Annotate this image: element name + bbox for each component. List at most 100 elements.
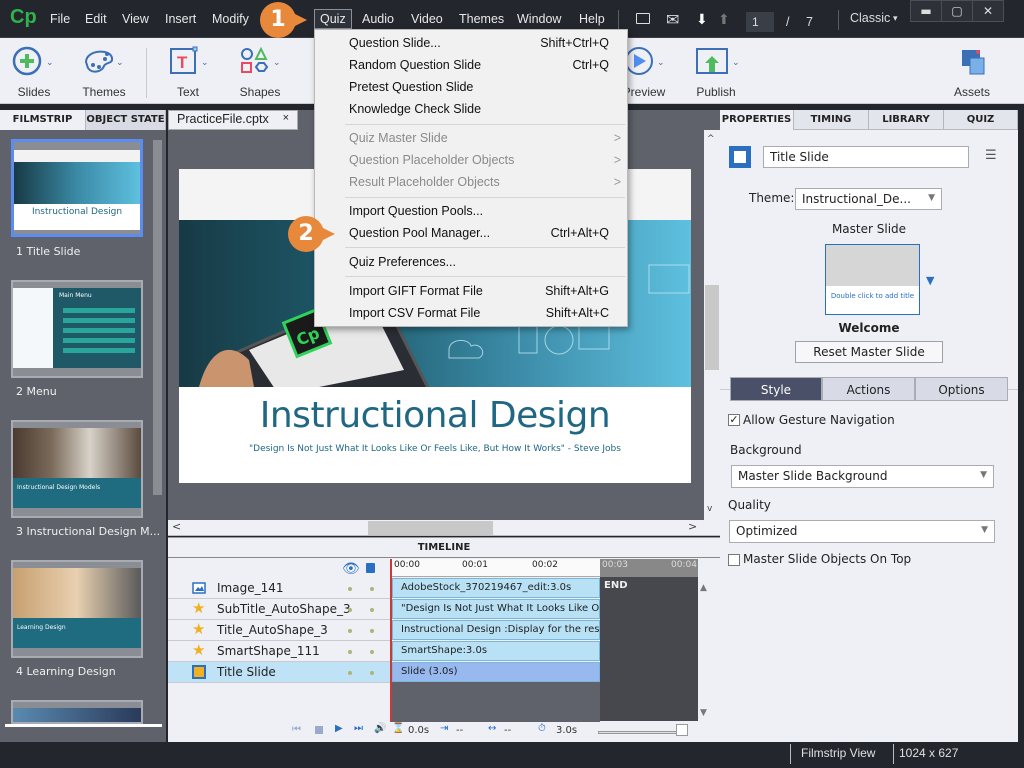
rewind-icon[interactable]: ⏮ <box>292 724 301 735</box>
reset-master-slide-button[interactable]: Reset Master Slide <box>795 341 943 363</box>
menu-item-question-slide[interactable]: Question Slide... Shift+Ctrl+Q <box>349 36 609 50</box>
menu-modify[interactable]: Modify <box>212 12 249 26</box>
segment-style[interactable]: Style <box>730 377 822 401</box>
stage-horizontal-scrollbar[interactable]: < > <box>168 520 720 536</box>
filmstrip-label-3: 3 Instructional Design M... <box>16 525 161 538</box>
eye-icon[interactable]: 👁 <box>342 561 360 577</box>
timeline-header[interactable]: TIMELINE <box>168 538 720 558</box>
tab-object-state[interactable]: OBJECT STATE <box>86 110 166 130</box>
timeline-bar[interactable]: SmartShape:3.0s <box>392 641 600 661</box>
master-slide-thumbnail[interactable]: Double click to add title <box>825 244 920 315</box>
text-button[interactable]: T ⌄ Text <box>158 44 218 99</box>
menu-item-quiz-master-slide: Quiz Master Slide > <box>349 131 621 145</box>
theme-dropdown[interactable]: Instructional_De... ▼ <box>795 188 942 210</box>
project-resolution: 1024 x 627 <box>899 746 959 760</box>
slide-color-swatch[interactable] <box>729 146 751 168</box>
document-tab[interactable]: PracticeFile.cptx × <box>168 110 298 130</box>
menu-file[interactable]: File <box>50 12 70 26</box>
publish-button[interactable]: ⌄ Publish <box>686 44 746 99</box>
menu-item-import-csv[interactable]: Import CSV Format File Shift+Alt+C <box>349 306 609 320</box>
allow-gesture-checkbox[interactable]: ✓ <box>728 414 740 426</box>
filmstrip-slide-4[interactable]: Learning Design <box>11 560 143 658</box>
close-tab-icon[interactable]: × <box>283 112 289 124</box>
stage-vertical-scrollbar[interactable]: ^ v <box>704 130 720 520</box>
minimize-button[interactable]: ▬ <box>910 0 942 22</box>
timeline-bar[interactable]: AdobeStock_370219467_edit:3.0s <box>392 578 600 598</box>
menu-themes[interactable]: Themes <box>459 12 504 26</box>
tab-filmstrip[interactable]: FILMSTRIP <box>0 110 86 130</box>
master-slide-dropdown-icon[interactable]: ▼ <box>926 274 934 287</box>
menu-item-import-question-pools[interactable]: Import Question Pools... <box>349 204 609 218</box>
timeline-ruler[interactable]: 00:00 00:01 00:02 00:03 00:04 <box>390 559 698 577</box>
background-dropdown[interactable]: Master Slide Background ▼ <box>731 465 994 488</box>
menu-edit[interactable]: Edit <box>85 12 107 26</box>
assets-button[interactable]: Assets <box>942 44 1002 99</box>
workspace-select[interactable]: Classic <box>850 11 890 25</box>
timeline-bar-selected[interactable]: Slide (3.0s) <box>392 662 600 682</box>
mail-icon[interactable]: ✉ <box>666 10 679 30</box>
layer-name: SmartShape_111 <box>217 644 320 658</box>
page-number-input[interactable]: 1 <box>746 12 774 32</box>
shapes-button[interactable]: ⌄ Shapes <box>230 44 290 99</box>
lock-icon[interactable] <box>366 563 375 573</box>
segment-options[interactable]: Options <box>915 377 1008 401</box>
filmstrip-scrollbar[interactable] <box>153 140 162 495</box>
filmstrip-slide-3[interactable]: Instructional Design Models <box>11 420 143 518</box>
slide-name-input[interactable]: Title Slide <box>763 146 969 168</box>
comment-icon[interactable] <box>636 13 650 24</box>
zoom-slider-handle[interactable] <box>676 724 688 736</box>
layer-row[interactable]: ★ SmartShape_111 <box>168 641 390 662</box>
next-icon[interactable]: ⏭ <box>354 723 363 734</box>
menu-item-quiz-preferences[interactable]: Quiz Preferences... <box>349 255 609 269</box>
menu-insert[interactable]: Insert <box>165 12 196 26</box>
menu-help[interactable]: Help <box>579 12 605 26</box>
themes-button[interactable]: ⌄ Themes <box>74 44 134 99</box>
tab-timing[interactable]: TIMING <box>794 110 869 130</box>
layer-row-selected[interactable]: Title Slide <box>168 662 390 683</box>
audio-icon[interactable]: 🔊 <box>374 723 386 734</box>
play-icon[interactable]: ▶ <box>335 723 343 734</box>
timeline-scroll-down-icon[interactable]: ▼ <box>700 708 707 718</box>
timeline-bar[interactable]: Instructional Design :Display for the re… <box>392 620 600 640</box>
menu-view[interactable]: View <box>122 12 149 26</box>
menu-item-knowledge-check-slide[interactable]: Knowledge Check Slide <box>349 102 609 116</box>
filmstrip-slide-5[interactable] <box>11 700 143 724</box>
close-window-button[interactable]: ✕ <box>972 0 1004 22</box>
quality-dropdown[interactable]: Optimized ▼ <box>729 520 995 543</box>
menu-item-pretest-question-slide[interactable]: Pretest Question Slide <box>349 80 609 94</box>
filmstrip-hscrollbar[interactable] <box>5 724 162 727</box>
timeline-scroll-up-icon[interactable]: ▲ <box>700 583 707 593</box>
slide-subtitle[interactable]: "Design Is Not Just What It Looks Like O… <box>179 444 691 454</box>
layer-row[interactable]: ★ Title_AutoShape_3 <box>168 620 390 641</box>
layer-row[interactable]: Image_141 <box>168 578 390 599</box>
timeline-bar[interactable]: "Design Is Not Just What It Looks Like O… <box>392 599 600 619</box>
quiz-menu-dropdown: Question Slide... Shift+Ctrl+Q Random Que… <box>314 29 628 327</box>
menu-video[interactable]: Video <box>411 12 443 26</box>
filmstrip-slide-2[interactable]: Main Menu <box>11 280 143 378</box>
filmstrip-slide-1[interactable]: Instructional Design <box>11 139 143 237</box>
layer-row[interactable]: ★ SubTitle_AutoShape_3 <box>168 599 390 620</box>
svg-text:⌄: ⌄ <box>46 57 54 67</box>
menu-window[interactable]: Window <box>517 12 561 26</box>
arrow-down-icon[interactable]: ⬇ <box>696 11 708 28</box>
view-mode: Filmstrip View <box>801 746 876 760</box>
maximize-button[interactable]: ▢ <box>941 0 973 22</box>
menu-item-random-question-slide[interactable]: Random Question Slide Ctrl+Q <box>349 58 609 72</box>
tab-properties[interactable]: PROPERTIES <box>720 110 794 130</box>
panel-menu-icon[interactable]: ☰ <box>985 148 997 163</box>
tab-quiz[interactable]: QUIZ <box>944 110 1018 130</box>
slide-title[interactable]: Instructional Design <box>179 395 691 436</box>
menu-quiz[interactable]: Quiz <box>314 9 352 29</box>
workspace-chevron-icon[interactable]: ▾ <box>893 13 898 24</box>
menu-audio[interactable]: Audio <box>362 12 394 26</box>
master-on-top-checkbox[interactable] <box>728 554 740 566</box>
slides-button[interactable]: ⌄ Slides <box>4 44 64 99</box>
segment-actions[interactable]: Actions <box>822 377 915 401</box>
stop-icon[interactable] <box>315 726 323 734</box>
playhead[interactable] <box>390 559 392 722</box>
tab-library[interactable]: LIBRARY <box>869 110 944 130</box>
zoom-slider[interactable] <box>598 731 678 734</box>
menu-item-question-pool-manager[interactable]: Question Pool Manager... Ctrl+Alt+Q <box>349 226 609 240</box>
separator <box>146 48 147 98</box>
menu-item-import-gift[interactable]: Import GIFT Format File Shift+Alt+G <box>349 284 609 298</box>
